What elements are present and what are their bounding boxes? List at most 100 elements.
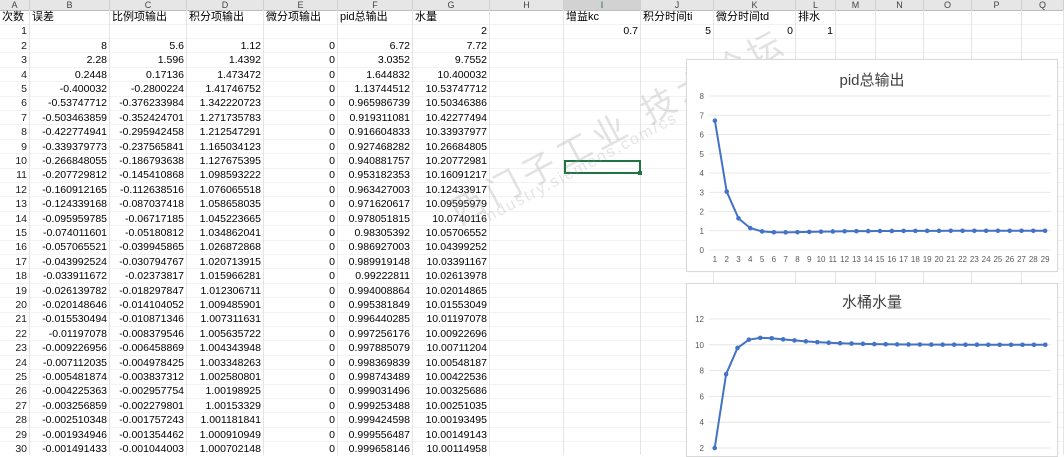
data-cell[interactable]: 0 xyxy=(264,197,335,211)
data-cell[interactable]: 1.12 xyxy=(187,39,261,53)
row-index-cell[interactable]: 14 xyxy=(0,212,27,226)
row-index-cell[interactable]: 18 xyxy=(0,269,27,283)
row-index-cell[interactable]: 6 xyxy=(0,96,27,110)
water-level-chart[interactable]: 水桶水量 2 4 6 8 10 12 xyxy=(686,283,1058,457)
data-cell[interactable]: 0 xyxy=(264,384,335,398)
data-cell[interactable]: 0 xyxy=(264,312,335,326)
data-cell[interactable] xyxy=(110,24,184,38)
data-cell[interactable]: 10.26684805 xyxy=(413,140,487,154)
data-cell[interactable]: 0.999253488 xyxy=(338,399,410,413)
column-header-d[interactable]: D xyxy=(187,0,264,10)
data-cell[interactable] xyxy=(264,24,335,38)
data-cell[interactable]: -0.002279801 xyxy=(110,399,184,413)
data-cell[interactable]: 1.00153329 xyxy=(187,399,261,413)
column-header-n[interactable]: N xyxy=(876,0,924,10)
data-cell[interactable]: -0.001354462 xyxy=(110,428,184,442)
data-cell[interactable]: 1.41746752 xyxy=(187,82,261,96)
data-cell[interactable]: 0.916604833 xyxy=(338,125,410,139)
data-cell[interactable]: 1.127675395 xyxy=(187,154,261,168)
data-cell[interactable]: -0.124339168 xyxy=(30,197,107,211)
data-cell[interactable]: 3.0352 xyxy=(338,53,410,67)
data-cell[interactable]: 9.7552 xyxy=(413,53,487,67)
data-cell[interactable]: 0 xyxy=(264,428,335,442)
header-cell-f[interactable]: pid总输出 xyxy=(340,10,411,24)
data-cell[interactable]: 1.165034123 xyxy=(187,140,261,154)
data-cell[interactable]: -0.033911672 xyxy=(30,269,107,283)
data-cell[interactable]: -0.010871346 xyxy=(110,312,184,326)
data-cell[interactable]: 0 xyxy=(264,154,335,168)
data-cell[interactable]: -0.014104052 xyxy=(110,298,184,312)
data-cell[interactable]: -0.095959785 xyxy=(30,212,107,226)
data-cell[interactable]: -0.2800224 xyxy=(110,82,184,96)
selected-cell[interactable] xyxy=(564,160,642,175)
data-cell[interactable]: -0.001757243 xyxy=(110,413,184,427)
data-cell[interactable]: 1.005635722 xyxy=(187,327,261,341)
data-cell[interactable]: -0.020148646 xyxy=(30,298,107,312)
row-index-cell[interactable]: 29 xyxy=(0,428,27,442)
data-cell[interactable]: -0.003256859 xyxy=(30,399,107,413)
data-cell[interactable]: 10.05706552 xyxy=(413,226,487,240)
data-cell[interactable]: 1.13744512 xyxy=(338,82,410,96)
data-cell[interactable]: 0 xyxy=(264,298,335,312)
data-cell[interactable]: 7.72 xyxy=(413,39,487,53)
data-cell[interactable]: 0 xyxy=(264,82,335,96)
data-cell[interactable]: 0.994008864 xyxy=(338,284,410,298)
data-cell[interactable]: 1.034862041 xyxy=(187,226,261,240)
data-cell[interactable]: 10.00548187 xyxy=(413,356,487,370)
data-cell[interactable]: 0.971620617 xyxy=(338,197,410,211)
data-cell[interactable]: -0.266848055 xyxy=(30,154,107,168)
data-cell[interactable]: 1.000702148 xyxy=(187,442,261,456)
data-cell[interactable]: 10.42277494 xyxy=(413,111,487,125)
data-cell[interactable]: 0.998743489 xyxy=(338,370,410,384)
data-cell[interactable]: 1.076065518 xyxy=(187,183,261,197)
data-cell[interactable]: 0.999658146 xyxy=(338,442,410,456)
data-cell[interactable]: 0.999556487 xyxy=(338,428,410,442)
data-cell[interactable]: 0 xyxy=(264,68,335,82)
data-cell[interactable]: 0.986927003 xyxy=(338,240,410,254)
row-index-cell[interactable]: 13 xyxy=(0,197,27,211)
data-cell[interactable]: 0 xyxy=(264,399,335,413)
data-cell[interactable]: -0.207729812 xyxy=(30,168,107,182)
data-cell[interactable]: 10.400032 xyxy=(413,68,487,82)
column-header-j[interactable]: J xyxy=(641,0,714,10)
data-cell[interactable]: -0.02373817 xyxy=(110,269,184,283)
row-index-cell[interactable]: 28 xyxy=(0,413,27,427)
row-index-cell[interactable]: 8 xyxy=(0,125,27,139)
header-cell-k[interactable]: 微分时间td xyxy=(716,10,794,24)
column-header-o[interactable]: O xyxy=(924,0,972,10)
data-cell[interactable]: -0.039945865 xyxy=(110,240,184,254)
data-cell[interactable]: 0.998369839 xyxy=(338,356,410,370)
data-cell[interactable]: 0 xyxy=(264,442,335,456)
data-cell[interactable]: -0.009226956 xyxy=(30,341,107,355)
column-header-b[interactable]: B xyxy=(30,0,110,10)
data-cell[interactable]: 0 xyxy=(264,53,335,67)
data-cell[interactable]: -0.018297847 xyxy=(110,284,184,298)
data-cell[interactable]: 0.99222811 xyxy=(338,269,410,283)
data-cell[interactable]: 10.50346386 xyxy=(413,96,487,110)
header-cell-l[interactable]: 排水 xyxy=(798,10,834,24)
data-cell[interactable]: -0.001491433 xyxy=(30,442,107,456)
data-cell[interactable]: -0.339379773 xyxy=(30,140,107,154)
data-cell[interactable]: -0.004978425 xyxy=(110,356,184,370)
column-header-h[interactable]: H xyxy=(490,0,564,10)
data-cell[interactable]: 1.045223665 xyxy=(187,212,261,226)
data-cell[interactable]: 0.953182353 xyxy=(338,168,410,182)
data-cell[interactable]: 10.00114958 xyxy=(413,442,487,456)
param-cell-k[interactable]: 0 xyxy=(714,24,793,38)
data-cell[interactable]: 0.927468282 xyxy=(338,140,410,154)
data-cell[interactable]: 1.012306711 xyxy=(187,284,261,298)
data-cell[interactable]: 0 xyxy=(264,140,335,154)
row-index-cell[interactable]: 1 xyxy=(0,24,27,38)
data-cell[interactable] xyxy=(30,24,107,38)
data-cell[interactable]: 2.28 xyxy=(30,53,107,67)
data-cell[interactable]: 0 xyxy=(264,356,335,370)
row-index-cell[interactable]: 25 xyxy=(0,370,27,384)
row-index-cell[interactable]: 5 xyxy=(0,82,27,96)
data-cell[interactable]: 10.00422536 xyxy=(413,370,487,384)
data-cell[interactable]: -0.030794767 xyxy=(110,255,184,269)
data-cell[interactable]: 10.00325686 xyxy=(413,384,487,398)
column-header-c[interactable]: C xyxy=(110,0,187,10)
data-cell[interactable]: 2 xyxy=(413,24,487,38)
data-cell[interactable]: 1.00198925 xyxy=(187,384,261,398)
data-cell[interactable]: -0.001934946 xyxy=(30,428,107,442)
